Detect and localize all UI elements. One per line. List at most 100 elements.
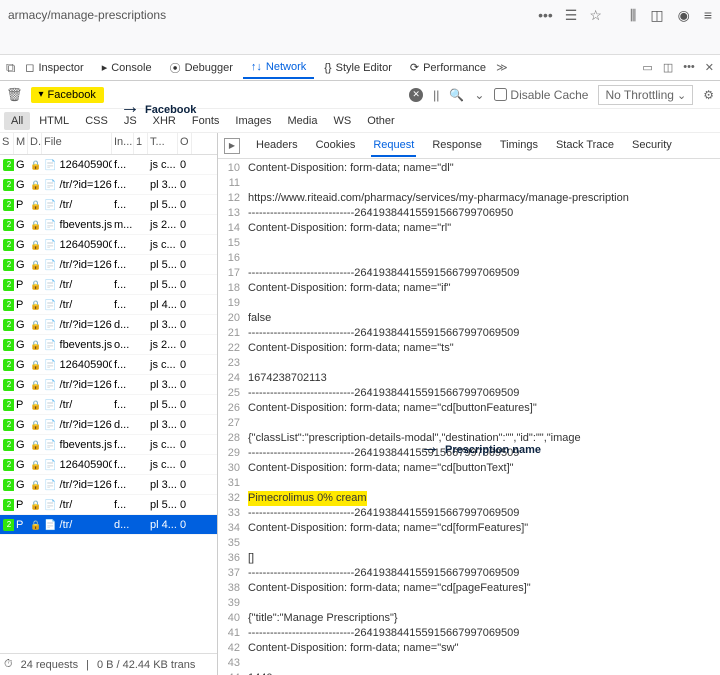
disable-cache-checkbox[interactable]: Disable Cache — [494, 88, 588, 102]
payload-line: 26Content-Disposition: form-data; name="… — [218, 401, 720, 416]
dock-icon[interactable]: ⧉ — [6, 60, 15, 76]
clear-icon[interactable]: ✕ — [409, 88, 423, 102]
table-row[interactable]: 2G🔒📄 fbevents.jso...js 2...0 — [0, 335, 217, 355]
payload-line: 28{"classList":"prescription-details-mod… — [218, 431, 720, 446]
table-row[interactable]: 2G🔒📄 1264059003f...js c...0 — [0, 155, 217, 175]
type-all[interactable]: All — [4, 112, 30, 130]
settings-chevron-icon[interactable]: ⌄ — [474, 88, 484, 102]
table-row[interactable]: 2G🔒📄 1264059003f...js c...0 — [0, 235, 217, 255]
type-filter-row: AllHTMLCSSJSXHRFontsImagesMediaWSOther — [0, 109, 720, 133]
detail-tab-headers[interactable]: Headers — [254, 135, 300, 157]
tab-inspector[interactable]: ◻Inspector — [17, 57, 91, 78]
table-row[interactable]: 2G🔒📄 1264059003f...js c...0 — [0, 355, 217, 375]
payload-line: 16 — [218, 251, 720, 266]
account-icon[interactable]: ◉ — [678, 7, 690, 24]
type-js[interactable]: JS — [117, 112, 144, 130]
funnel-icon: ▾ — [39, 89, 44, 100]
payload-line: 10Content-Disposition: form-data; name="… — [218, 161, 720, 176]
sidebar-icon[interactable]: ◫ — [650, 7, 663, 24]
request-payload[interactable]: 10Content-Disposition: form-data; name="… — [218, 159, 720, 675]
payload-line: 41-----------------------------264193844… — [218, 626, 720, 641]
detail-tab-request[interactable]: Request — [371, 135, 416, 157]
table-row[interactable]: 2P🔒📄 /tr/f...pl 5...0 — [0, 395, 217, 415]
menu-icon[interactable]: ≡ — [704, 7, 712, 23]
payload-line: 29-----------------------------264193844… — [218, 446, 720, 461]
table-row[interactable]: 2G🔒📄 /tr/?id=1264(f...pl 3...0 — [0, 175, 217, 195]
type-fonts[interactable]: Fonts — [185, 112, 227, 130]
search-icon[interactable]: 🔍 — [449, 88, 464, 102]
payload-line: 43 — [218, 656, 720, 671]
type-css[interactable]: CSS — [78, 112, 115, 130]
table-row[interactable]: 2P🔒📄 /tr/f...pl 5...0 — [0, 495, 217, 515]
payload-line: 19 — [218, 296, 720, 311]
detail-tab-timings[interactable]: Timings — [498, 135, 540, 157]
detail-tab-security[interactable]: Security — [630, 135, 674, 157]
payload-line: 17-----------------------------264193844… — [218, 266, 720, 281]
payload-line: 23 — [218, 356, 720, 371]
payload-line: 441440 — [218, 671, 720, 675]
type-html[interactable]: HTML — [32, 112, 76, 130]
url-text[interactable]: armacy/manage-prescriptions — [8, 8, 530, 22]
payload-line: 27 — [218, 416, 720, 431]
type-xhr[interactable]: XHR — [146, 112, 183, 130]
library-icon[interactable]: ⫼ — [630, 7, 636, 24]
payload-line: 21-----------------------------264193844… — [218, 326, 720, 341]
table-row[interactable]: 2G🔒📄 /tr/?id=1264(f...pl 5...0 — [0, 255, 217, 275]
detail-tab-stack-trace[interactable]: Stack Trace — [554, 135, 616, 157]
filter-chip[interactable]: ▾ Facebook — [31, 87, 104, 103]
tab-network[interactable]: ↑↓Network — [243, 57, 314, 79]
payload-line: 12https://www.riteaid.com/pharmacy/servi… — [218, 191, 720, 206]
payload-line: 14Content-Disposition: form-data; name="… — [218, 221, 720, 236]
payload-line: 13-----------------------------264193844… — [218, 206, 720, 221]
table-row[interactable]: 2G🔒📄 /tr/?id=1264(f...pl 3...0 — [0, 375, 217, 395]
payload-line: 20false — [218, 311, 720, 326]
dock-side-icon[interactable]: ◫ — [663, 61, 673, 74]
table-row[interactable]: 2G🔒📄 fbevents.jsm...js 2...0 — [0, 215, 217, 235]
table-row[interactable]: 2P🔒📄 /tr/f...pl 5...0 — [0, 275, 217, 295]
payload-line: 42Content-Disposition: form-data; name="… — [218, 641, 720, 656]
close-icon[interactable]: ✕ — [705, 61, 714, 74]
type-other[interactable]: Other — [360, 112, 402, 130]
responsive-icon[interactable]: ▭ — [642, 61, 652, 74]
table-row[interactable]: 2G🔒📄 fbevents.jsf...js c...0 — [0, 435, 217, 455]
type-images[interactable]: Images — [228, 112, 278, 130]
payload-line: 36[] — [218, 551, 720, 566]
payload-line: 35 — [218, 536, 720, 551]
kebab-icon[interactable]: ••• — [683, 61, 695, 74]
table-row[interactable]: 2P🔒📄 /tr/f...pl 5...0 — [0, 195, 217, 215]
payload-line: 241674238702113 — [218, 371, 720, 386]
payload-line: 15 — [218, 236, 720, 251]
tab-debugger[interactable]: ⦿Debugger — [162, 56, 241, 80]
throttling-select[interactable]: No Throttling ⌄ — [598, 85, 693, 105]
table-row[interactable]: 2G🔒📄 /tr/?id=1264(d...pl 3...0 — [0, 315, 217, 335]
table-row[interactable]: 2P🔒📄 /tr/d...pl 4...0 — [0, 515, 217, 535]
network-footer: ⏱ 24 requests | 0 B / 42.44 KB trans — [0, 653, 217, 675]
payload-line: 25-----------------------------264193844… — [218, 386, 720, 401]
more-icon[interactable]: ••• — [538, 7, 553, 23]
table-row[interactable]: 2P🔒📄 /tr/f...pl 4...0 — [0, 295, 217, 315]
network-table-body[interactable]: 2G🔒📄 1264059003f...js c...02G🔒📄 /tr/?id=… — [0, 155, 217, 653]
pause-icon[interactable]: || — [433, 88, 439, 102]
payload-line: 37-----------------------------264193844… — [218, 566, 720, 581]
table-row[interactable]: 2G🔒📄 1264059003f...js c...0 — [0, 455, 217, 475]
tab-console[interactable]: ▸Console — [94, 57, 160, 78]
table-row[interactable]: 2G🔒📄 /tr/?id=1264(f...pl 3...0 — [0, 475, 217, 495]
payload-line: 38Content-Disposition: form-data; name="… — [218, 581, 720, 596]
tab-style-editor[interactable]: {}Style Editor — [316, 58, 400, 78]
play-icon[interactable]: ▶ — [224, 138, 240, 154]
star-icon[interactable]: ☆ — [589, 7, 602, 24]
type-ws[interactable]: WS — [326, 112, 358, 130]
table-row[interactable]: 2G🔒📄 /tr/?id=1264(d...pl 3...0 — [0, 415, 217, 435]
more-tabs-icon[interactable]: ≫ — [496, 61, 508, 74]
reader-icon[interactable]: ☰ — [565, 7, 578, 24]
payload-line: 40{"title":"Manage Prescriptions"} — [218, 611, 720, 626]
tab-performance[interactable]: ⟳Performance — [402, 57, 494, 78]
payload-line: 30Content-Disposition: form-data; name="… — [218, 461, 720, 476]
detail-tab-cookies[interactable]: Cookies — [314, 135, 358, 157]
timer-icon: ⏱ — [4, 658, 13, 671]
payload-line: 33-----------------------------264193844… — [218, 506, 720, 521]
type-media[interactable]: Media — [280, 112, 324, 130]
gear-icon[interactable]: ⚙ — [703, 88, 714, 102]
trash-icon[interactable]: 🗑 — [6, 87, 23, 103]
detail-tab-response[interactable]: Response — [430, 135, 484, 157]
